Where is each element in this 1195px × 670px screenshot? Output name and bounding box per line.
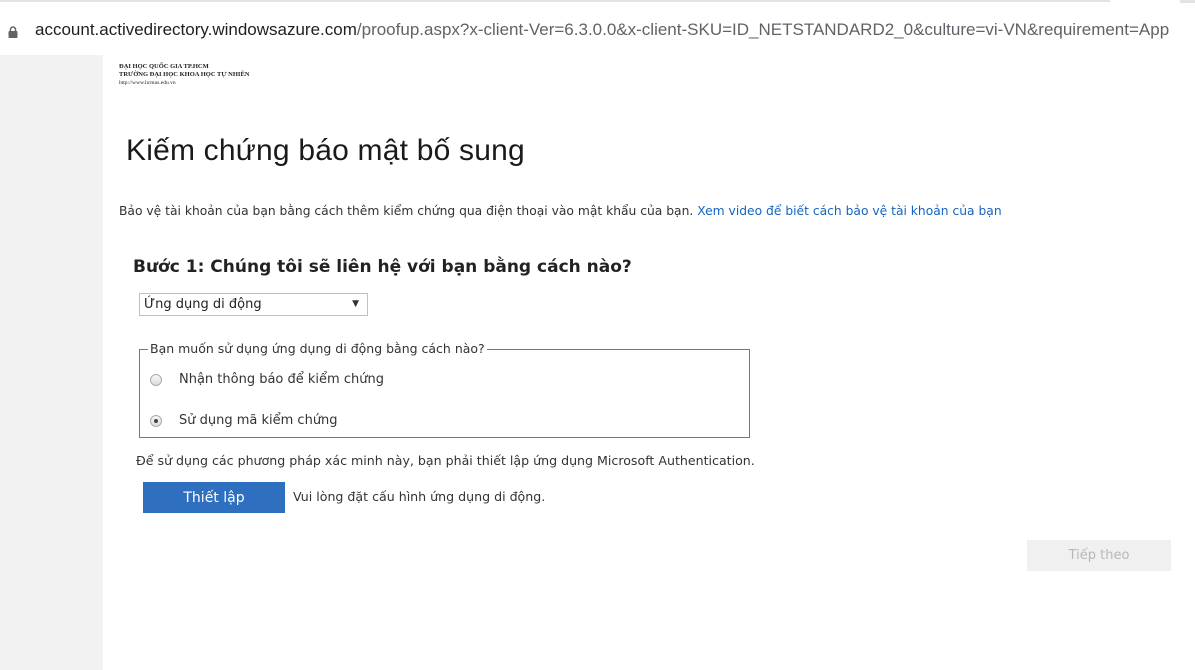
intro-paragraph: Bảo vệ tài khoản của bạn bằng cách thêm …: [119, 204, 1002, 218]
org-logo-line3: http://www.hcmus.edu.vn: [119, 80, 176, 86]
option-notification[interactable]: Nhận thông báo để kiểm chứng: [150, 372, 384, 387]
org-logo-line2: TRƯỜNG ĐẠI HỌC KHOA HỌC TỰ NHIÊN: [119, 71, 250, 78]
video-help-link[interactable]: Xem video để biết cách bảo vệ tài khoản …: [697, 204, 1001, 218]
page-title: Kiếm chứng báo mật bố sung: [126, 134, 525, 167]
authenticator-note: Để sử dụng các phương pháp xác minh này,…: [136, 453, 755, 468]
url-text[interactable]: account.activedirectory.windowsazure.com…: [35, 20, 1169, 40]
org-logo-line1: ĐẠI HỌC QUỐC GIA TP.HCM: [119, 63, 209, 70]
browser-top-edge: [0, 0, 1110, 8]
step1-heading: Bước 1: Chúng tôi sẽ liên hệ với bạn bằn…: [133, 257, 632, 277]
option-verification-code[interactable]: Sử dụng mã kiểm chứng: [150, 413, 338, 428]
option-notification-label: Nhận thông báo để kiểm chứng: [179, 372, 384, 387]
contact-method-select[interactable]: Ứng dụng di động ▼: [139, 293, 368, 316]
app-usage-legend: Bạn muốn sử dụng ứng dụng di động bằng c…: [148, 341, 487, 356]
browser-top-edge-right: [1180, 0, 1195, 3]
organization-logo: ĐẠI HỌC QUỐC GIA TP.HCM TRƯỜNG ĐẠI HỌC K…: [119, 63, 279, 93]
contact-method-value: Ứng dụng di động: [144, 297, 262, 312]
intro-text: Bảo vệ tài khoản của bạn bằng cách thêm …: [119, 204, 694, 218]
setup-hint: Vui lòng đặt cấu hình ứng dụng di động.: [293, 489, 546, 504]
url-path: /proofup.aspx?x-client-Ver=6.3.0.0&x-cli…: [356, 20, 1170, 39]
next-button[interactable]: Tiếp theo: [1027, 540, 1171, 571]
option-verification-code-label: Sử dụng mã kiểm chứng: [179, 413, 338, 428]
setup-button[interactable]: Thiết lập: [143, 482, 285, 513]
lock-icon: [8, 26, 18, 38]
url-host: account.activedirectory.windowsazure.com: [35, 20, 357, 39]
radio-notification[interactable]: [150, 373, 162, 386]
radio-verification-code[interactable]: [150, 414, 162, 427]
address-bar[interactable]: account.activedirectory.windowsazure.com…: [0, 12, 1195, 52]
left-sidebar: [0, 55, 103, 670]
dropdown-arrow-icon: ▼: [352, 299, 359, 309]
